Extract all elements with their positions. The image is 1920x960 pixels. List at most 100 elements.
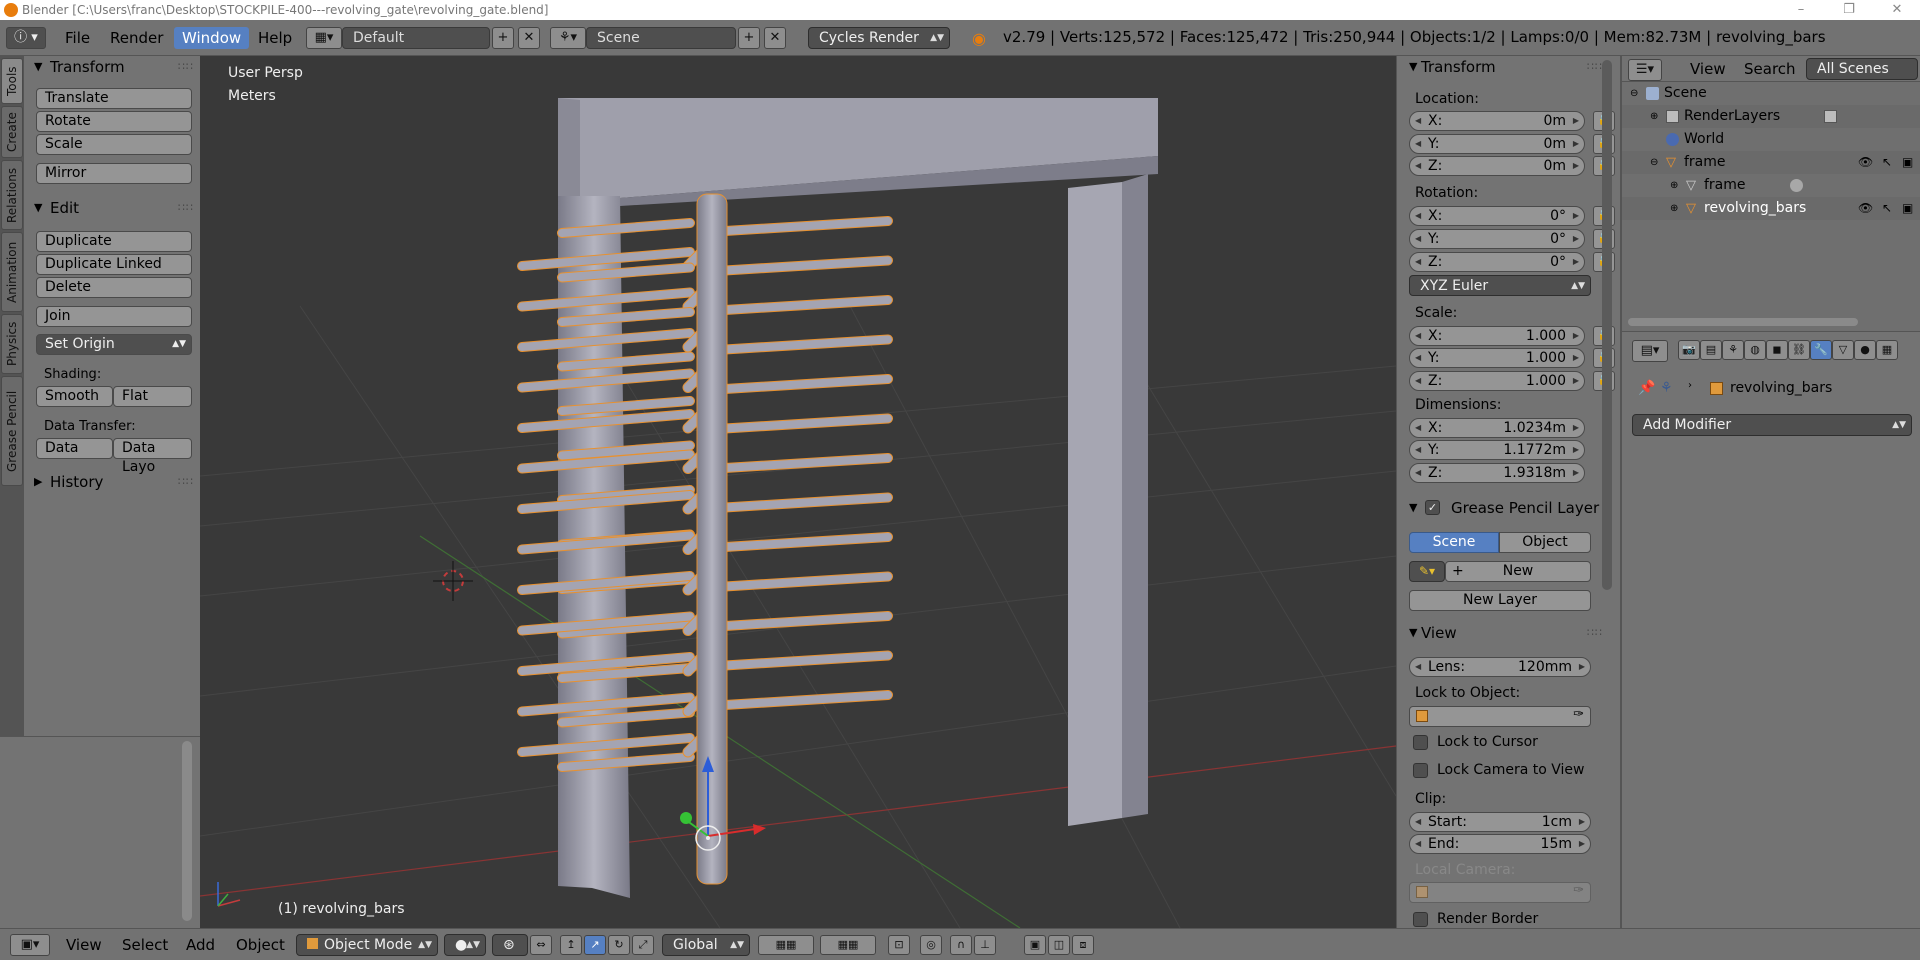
- screen-layout-icon[interactable]: ▦▾: [306, 27, 342, 49]
- cursor-select-icon[interactable]: ↖: [1882, 151, 1892, 174]
- location-z-field[interactable]: ◀ Z: 0m ▶: [1409, 156, 1585, 176]
- edit-panel-header[interactable]: ▼ Edit ∷∷: [24, 197, 200, 219]
- menu-render[interactable]: Render: [102, 27, 171, 49]
- properties-editor-type-icon[interactable]: ▤▾: [1632, 340, 1668, 362]
- scale-y-field[interactable]: ◀ Y: 1.000 ▶: [1409, 348, 1585, 368]
- add-layout-button[interactable]: +: [492, 27, 514, 49]
- scale-x-field[interactable]: ◀ X: 1.000 ▶: [1409, 326, 1585, 346]
- transform-props-header[interactable]: ▼ Transform ∷∷: [1397, 56, 1607, 78]
- texture-tab-icon[interactable]: ▦: [1876, 340, 1898, 360]
- rotation-x-field[interactable]: ◀ X: 0° ▶: [1409, 206, 1585, 226]
- eye-icon[interactable]: 👁: [1858, 151, 1873, 174]
- lock-camera-checkbox[interactable]: [1413, 763, 1428, 778]
- mirror-button[interactable]: Mirror: [36, 163, 192, 184]
- new-layer-button[interactable]: New Layer: [1409, 590, 1591, 611]
- world-tab-icon[interactable]: ◍: [1744, 340, 1766, 360]
- opengl-render-icon[interactable]: ▣: [1024, 935, 1046, 955]
- menu-view[interactable]: View: [66, 936, 102, 954]
- view-panel-header[interactable]: ▼ View ∷∷: [1397, 622, 1607, 644]
- gizmo-y-head[interactable]: [680, 812, 692, 824]
- translate-manipulator-icon[interactable]: ↗: [584, 935, 606, 955]
- scene-field[interactable]: Scene: [586, 27, 736, 49]
- tab-tools[interactable]: Tools: [1, 58, 23, 104]
- render-tab-icon[interactable]: 📷: [1678, 340, 1700, 360]
- drag-grip-icon[interactable]: ∷∷: [1587, 56, 1603, 78]
- menu-select[interactable]: Select: [122, 936, 168, 954]
- lock-layers-icon[interactable]: ⊡: [888, 935, 910, 955]
- proportional-edit-icon[interactable]: ◎: [920, 935, 942, 955]
- snap-element-icon[interactable]: ⇔: [530, 935, 552, 955]
- grease-pencil-enable-checkbox[interactable]: ✓: [1425, 500, 1440, 515]
- delete-scene-button[interactable]: ✕: [764, 27, 786, 49]
- render-icon[interactable]: ⧈: [1072, 935, 1094, 955]
- eyedropper-icon[interactable]: ✑: [1573, 707, 1584, 722]
- add-modifier-dropdown[interactable]: Add Modifier ▲▼: [1632, 414, 1912, 436]
- opengl-animation-icon[interactable]: ◫: [1048, 935, 1070, 955]
- render-engine-dropdown[interactable]: Cycles Render ▲▼: [808, 27, 950, 49]
- eye-icon[interactable]: 👁: [1858, 197, 1873, 220]
- constraints-tab-icon[interactable]: ⛓: [1788, 340, 1810, 360]
- close-button[interactable]: ✕: [1882, 0, 1912, 20]
- editor-type-info-button[interactable]: ⓘ ▾: [6, 27, 46, 49]
- render-border-checkbox[interactable]: [1413, 912, 1428, 927]
- outliner-row-frame-mesh[interactable]: ⊕ ▽ frame: [1622, 174, 1920, 197]
- outliner-menu-search[interactable]: Search: [1736, 58, 1804, 80]
- history-panel-header[interactable]: ▶ History ∷∷: [24, 471, 200, 493]
- camera-render-icon[interactable]: ▣: [1902, 197, 1913, 220]
- clip-start-field[interactable]: ◀ Start: 1cm ▶: [1409, 812, 1591, 832]
- add-scene-button[interactable]: +: [738, 27, 760, 49]
- scale-button[interactable]: Scale: [36, 134, 192, 155]
- outliner-row-frame[interactable]: ⊖ ▽ frame 👁 ↖ ▣: [1622, 151, 1920, 174]
- menu-help[interactable]: Help: [250, 27, 300, 49]
- rotation-y-field[interactable]: ◀ Y: 0° ▶: [1409, 229, 1585, 249]
- outliner-editor-type-icon[interactable]: ☰▾: [1628, 59, 1662, 81]
- screen-layout-field[interactable]: Default: [342, 27, 490, 49]
- modifiers-tab-icon[interactable]: 🔧: [1810, 340, 1832, 360]
- dimension-y-field[interactable]: ◀ Y: 1.1772m ▶: [1409, 440, 1585, 460]
- transform-panel-header[interactable]: ▼ Transform ∷∷: [24, 56, 200, 78]
- tab-relations[interactable]: Relations: [1, 160, 23, 230]
- rotation-z-field[interactable]: ◀ Z: 0° ▶: [1409, 252, 1585, 272]
- flat-shading-button[interactable]: Flat: [113, 386, 192, 407]
- expand-icon[interactable]: ⊕: [1670, 174, 1678, 197]
- pin-icon[interactable]: 📌: [1638, 380, 1655, 396]
- interaction-mode-dropdown[interactable]: Object Mode ▲▼: [296, 934, 438, 956]
- lens-field[interactable]: ◀ Lens: 120mm ▶: [1409, 657, 1591, 677]
- camera-render-icon[interactable]: ▣: [1902, 151, 1913, 174]
- set-origin-dropdown[interactable]: Set Origin ▲▼: [36, 334, 192, 355]
- drag-grip-icon[interactable]: ∷∷: [1587, 622, 1603, 644]
- expand-icon[interactable]: ⊕: [1650, 105, 1658, 128]
- menu-add[interactable]: Add: [186, 936, 215, 954]
- outliner-display-mode-dropdown[interactable]: All Scenes: [1806, 58, 1918, 80]
- outliner-row-renderlayers[interactable]: ⊕ RenderLayers: [1622, 105, 1920, 128]
- snap-magnet-icon[interactable]: ∩: [950, 935, 972, 955]
- layers-grid-icon[interactable]: ▦▦: [758, 935, 814, 955]
- rotation-mode-dropdown[interactable]: XYZ Euler ▲▼: [1409, 275, 1591, 296]
- pivot-point-dropdown[interactable]: ⊛: [492, 934, 528, 956]
- viewport-shading-dropdown[interactable]: ● ▲▼: [444, 934, 486, 956]
- transform-orientation-dropdown[interactable]: Global ▲▼: [662, 934, 750, 956]
- tab-create[interactable]: Create: [1, 106, 23, 158]
- editor-type-3dview-icon[interactable]: ▣▾: [10, 934, 50, 956]
- location-x-field[interactable]: ◀ X: 0m ▶: [1409, 111, 1585, 131]
- translate-button[interactable]: Translate: [36, 88, 192, 109]
- rotate-manipulator-icon[interactable]: ↻: [608, 935, 630, 955]
- menu-file[interactable]: File: [57, 27, 98, 49]
- grease-pencil-layer-header[interactable]: ▼ ✓ Grease Pencil Layer: [1397, 497, 1607, 519]
- dimension-x-field[interactable]: ◀ X: 1.0234m ▶: [1409, 418, 1585, 438]
- menu-window[interactable]: Window: [174, 27, 250, 49]
- menu-object[interactable]: Object: [236, 936, 285, 954]
- outliner-menu-view[interactable]: View: [1682, 58, 1734, 80]
- render-layers-tab-icon[interactable]: ▤: [1700, 340, 1722, 360]
- tool-shelf-scrollbar[interactable]: [182, 741, 192, 921]
- material-tab-icon[interactable]: ●: [1854, 340, 1876, 360]
- lock-to-object-field[interactable]: ✑: [1409, 706, 1591, 727]
- scale-manipulator-icon[interactable]: ⤢: [632, 935, 654, 955]
- scale-z-field[interactable]: ◀ Z: 1.000 ▶: [1409, 371, 1585, 391]
- rotate-button[interactable]: Rotate: [36, 111, 192, 132]
- duplicate-button[interactable]: Duplicate: [36, 231, 192, 252]
- scene-selector-icon[interactable]: ⚘▾: [550, 27, 586, 49]
- tab-physics[interactable]: Physics: [1, 314, 23, 374]
- snap-target-icon[interactable]: ⊥: [974, 935, 996, 955]
- minimize-button[interactable]: –: [1786, 0, 1816, 20]
